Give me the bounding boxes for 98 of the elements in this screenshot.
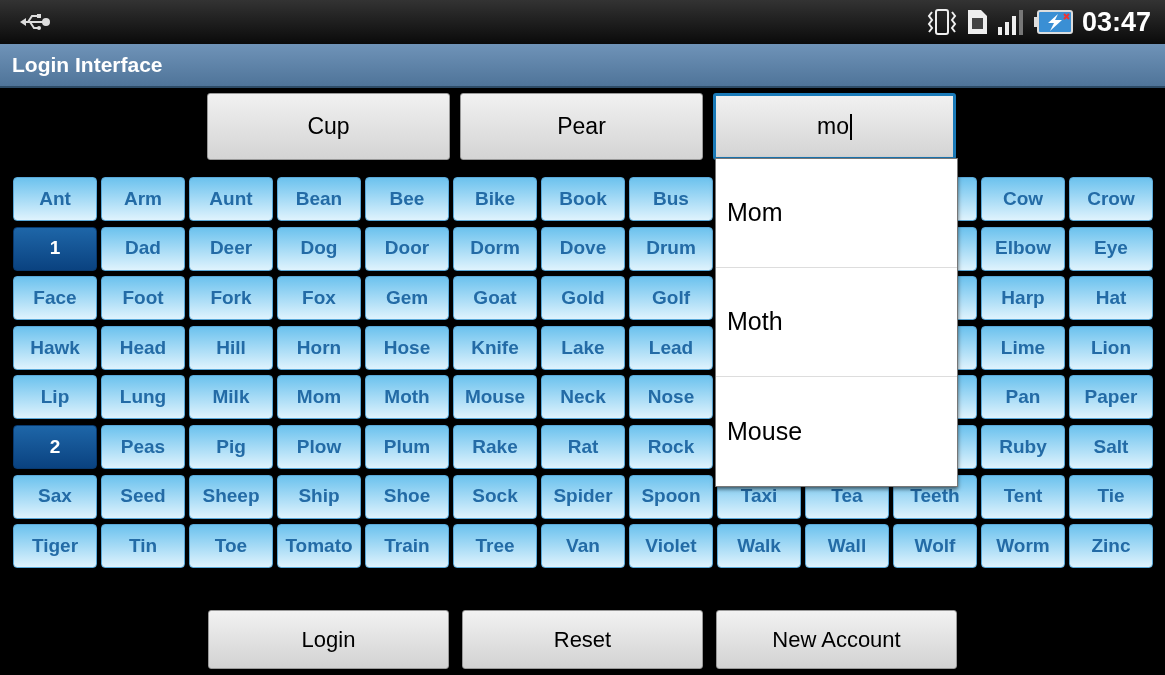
word-key[interactable]: Tree <box>453 524 537 569</box>
vibrate-icon <box>925 8 958 36</box>
word-key[interactable]: Spoon <box>629 474 713 519</box>
suggestion-item[interactable]: Moth <box>716 268 957 377</box>
word-key[interactable]: Bee <box>365 177 449 221</box>
word-key[interactable]: Tiger <box>13 524 97 569</box>
clock-time: 03:47 <box>1081 5 1151 39</box>
suggestion-item[interactable]: Mom <box>716 159 957 268</box>
word-key[interactable]: Peas <box>101 424 185 469</box>
word-key[interactable]: Tent <box>981 474 1065 519</box>
word-key[interactable]: Knife <box>453 325 537 370</box>
word-key[interactable]: Book <box>541 177 625 221</box>
word-key[interactable]: Fork <box>189 276 273 321</box>
word-key[interactable]: Lung <box>101 375 185 420</box>
word-key[interactable]: Milk <box>189 375 273 420</box>
word-key[interactable]: Gem <box>365 276 449 321</box>
word-key[interactable]: Wall <box>805 524 889 569</box>
text-field[interactable]: Pear <box>460 93 703 160</box>
usb-icon <box>20 13 50 31</box>
word-key[interactable]: Train <box>365 524 449 569</box>
word-key[interactable]: Face <box>13 276 97 321</box>
word-key[interactable]: Seed <box>101 474 185 519</box>
word-key[interactable]: Eye <box>1069 226 1153 271</box>
word-key[interactable]: Shoe <box>365 474 449 519</box>
word-key[interactable]: Plum <box>365 424 449 469</box>
word-key[interactable]: Harp <box>981 276 1065 321</box>
word-key[interactable]: Toe <box>189 524 273 569</box>
word-key[interactable]: Wolf <box>893 524 977 569</box>
word-key[interactable]: Ruby <box>981 424 1065 469</box>
word-key[interactable]: Van <box>541 524 625 569</box>
word-key[interactable]: Head <box>101 325 185 370</box>
word-key[interactable]: Fox <box>277 276 361 321</box>
word-key[interactable]: Drum <box>629 226 713 271</box>
word-key[interactable]: Lake <box>541 325 625 370</box>
word-key[interactable]: Hawk <box>13 325 97 370</box>
word-key[interactable]: Tin <box>101 524 185 569</box>
text-field[interactable]: mo <box>713 93 956 160</box>
window-title: Login Interface <box>12 52 163 79</box>
word-key[interactable]: Rock <box>629 424 713 469</box>
word-key[interactable]: Dad <box>101 226 185 271</box>
word-key[interactable]: Dog <box>277 226 361 271</box>
word-key[interactable]: Dorm <box>453 226 537 271</box>
word-key[interactable]: Foot <box>101 276 185 321</box>
word-key[interactable]: Ship <box>277 474 361 519</box>
word-key[interactable]: Tomato <box>277 524 361 569</box>
word-key[interactable]: Nose <box>629 375 713 420</box>
word-key[interactable]: Rat <box>541 424 625 469</box>
word-key[interactable]: Tie <box>1069 474 1153 519</box>
word-key[interactable]: Spider <box>541 474 625 519</box>
word-key[interactable]: Bike <box>453 177 537 221</box>
word-key[interactable]: Neck <box>541 375 625 420</box>
login-button[interactable]: Login <box>208 610 449 669</box>
number-key[interactable]: 1 <box>13 226 97 271</box>
word-key[interactable]: Sheep <box>189 474 273 519</box>
number-key[interactable]: 2 <box>13 424 97 469</box>
word-key[interactable]: Aunt <box>189 177 273 221</box>
word-key[interactable]: Zinc <box>1069 524 1153 569</box>
new-account-button[interactable]: New Account <box>716 610 957 669</box>
word-key[interactable]: Hill <box>189 325 273 370</box>
word-key[interactable]: Paper <box>1069 375 1153 420</box>
word-key[interactable]: Hat <box>1069 276 1153 321</box>
word-key[interactable]: Dove <box>541 226 625 271</box>
signal-icon <box>995 9 1026 35</box>
word-key[interactable]: Plow <box>277 424 361 469</box>
word-key[interactable]: Crow <box>1069 177 1153 221</box>
word-key[interactable]: Moth <box>365 375 449 420</box>
word-key[interactable]: Cow <box>981 177 1065 221</box>
word-key[interactable]: Horn <box>277 325 361 370</box>
word-key[interactable]: Violet <box>629 524 713 569</box>
word-key[interactable]: Pan <box>981 375 1065 420</box>
word-key[interactable]: Walk <box>717 524 801 569</box>
word-key[interactable]: Ant <box>13 177 97 221</box>
word-key[interactable]: Sax <box>13 474 97 519</box>
sim-card-icon <box>965 9 988 35</box>
word-key[interactable]: Lip <box>13 375 97 420</box>
word-key[interactable]: Lime <box>981 325 1065 370</box>
word-key[interactable]: Hose <box>365 325 449 370</box>
word-key[interactable]: Golf <box>629 276 713 321</box>
word-key[interactable]: Rake <box>453 424 537 469</box>
word-key[interactable]: Lion <box>1069 325 1153 370</box>
word-key[interactable]: Worm <box>981 524 1065 569</box>
word-key[interactable]: Arm <box>101 177 185 221</box>
reset-button[interactable]: Reset <box>462 610 703 669</box>
word-key[interactable]: Pig <box>189 424 273 469</box>
word-key[interactable]: Gold <box>541 276 625 321</box>
word-key[interactable]: Bus <box>629 177 713 221</box>
battery-charging-icon <box>1033 9 1074 35</box>
word-key[interactable]: Lead <box>629 325 713 370</box>
word-key[interactable]: Door <box>365 226 449 271</box>
word-key[interactable]: Mom <box>277 375 361 420</box>
word-key[interactable]: Bean <box>277 177 361 221</box>
word-key[interactable]: Sock <box>453 474 537 519</box>
text-field[interactable]: Cup <box>207 93 450 160</box>
word-key[interactable]: Salt <box>1069 424 1153 469</box>
word-key[interactable]: Deer <box>189 226 273 271</box>
word-key[interactable]: Goat <box>453 276 537 321</box>
word-key[interactable]: Mouse <box>453 375 537 420</box>
word-key[interactable]: Elbow <box>981 226 1065 271</box>
